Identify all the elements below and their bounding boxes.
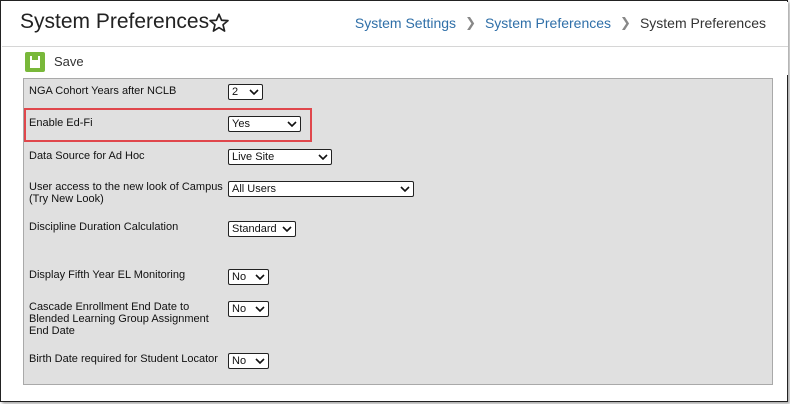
select-value: All Users [232,183,277,195]
star-icon[interactable] [208,12,230,34]
select-value: No [232,303,247,315]
pref-select-cascade-enrollment[interactable]: No [228,301,269,317]
pref-select-discipline-duration[interactable]: Standard [228,221,296,237]
pref-select-new-look-access[interactable]: All Users [228,181,414,197]
select-value: Live Site [232,151,275,163]
chevron-down-icon [255,274,265,280]
pref-label-fifth-year-el: Display Fifth Year EL Monitoring [29,269,186,281]
select-value: 2 [232,86,239,98]
pref-label-discipline-duration: Discipline Duration Calculation [29,221,179,233]
chevron-down-icon [400,186,410,192]
pref-select-data-source-ad-hoc[interactable]: Live Site [228,149,332,165]
save-button[interactable]: Save [54,54,84,69]
chevron-down-icon [255,306,265,312]
enable-edfi-highlight [24,108,312,142]
chevron-right-icon: ❯ [465,15,476,30]
pref-label-new-look-access: User access to the new look of Campus (T… [29,181,223,205]
breadcrumb: System Settings ❯ System Preferences ❯ S… [355,15,766,31]
chevron-down-icon [282,226,292,232]
breadcrumb-system-settings[interactable]: System Settings [355,15,456,31]
pref-select-nga-cohort[interactable]: 2 [228,84,263,100]
save-icon[interactable] [25,52,45,72]
select-value: Standard [232,223,277,235]
chevron-down-icon [318,154,328,160]
pref-label-cascade-enrollment: Cascade Enrollment End Date to Blended L… [29,301,209,337]
chevron-right-icon: ❯ [620,15,631,30]
window-frame: System Preferences System Settings ❯ Sys… [0,0,788,402]
breadcrumb-current: System Preferences [639,15,766,31]
chevron-down-icon [249,89,259,95]
select-value: No [232,271,247,283]
page-title: System Preferences [20,10,210,33]
action-toolbar: Save [2,47,788,75]
pref-label-birth-date-locator: Birth Date required for Student Locator [29,353,218,365]
pref-select-fifth-year-el[interactable]: No [228,269,269,285]
pref-label-data-source-ad-hoc: Data Source for Ad Hoc [29,150,145,162]
breadcrumb-system-preferences[interactable]: System Preferences [485,15,611,31]
pref-select-birth-date-locator[interactable]: No [228,353,269,369]
chevron-down-icon [255,358,265,364]
pref-label-nga-cohort: NGA Cohort Years after NCLB [29,85,177,97]
page-header: System Preferences System Settings ❯ Sys… [2,2,788,47]
select-value: No [232,355,247,367]
